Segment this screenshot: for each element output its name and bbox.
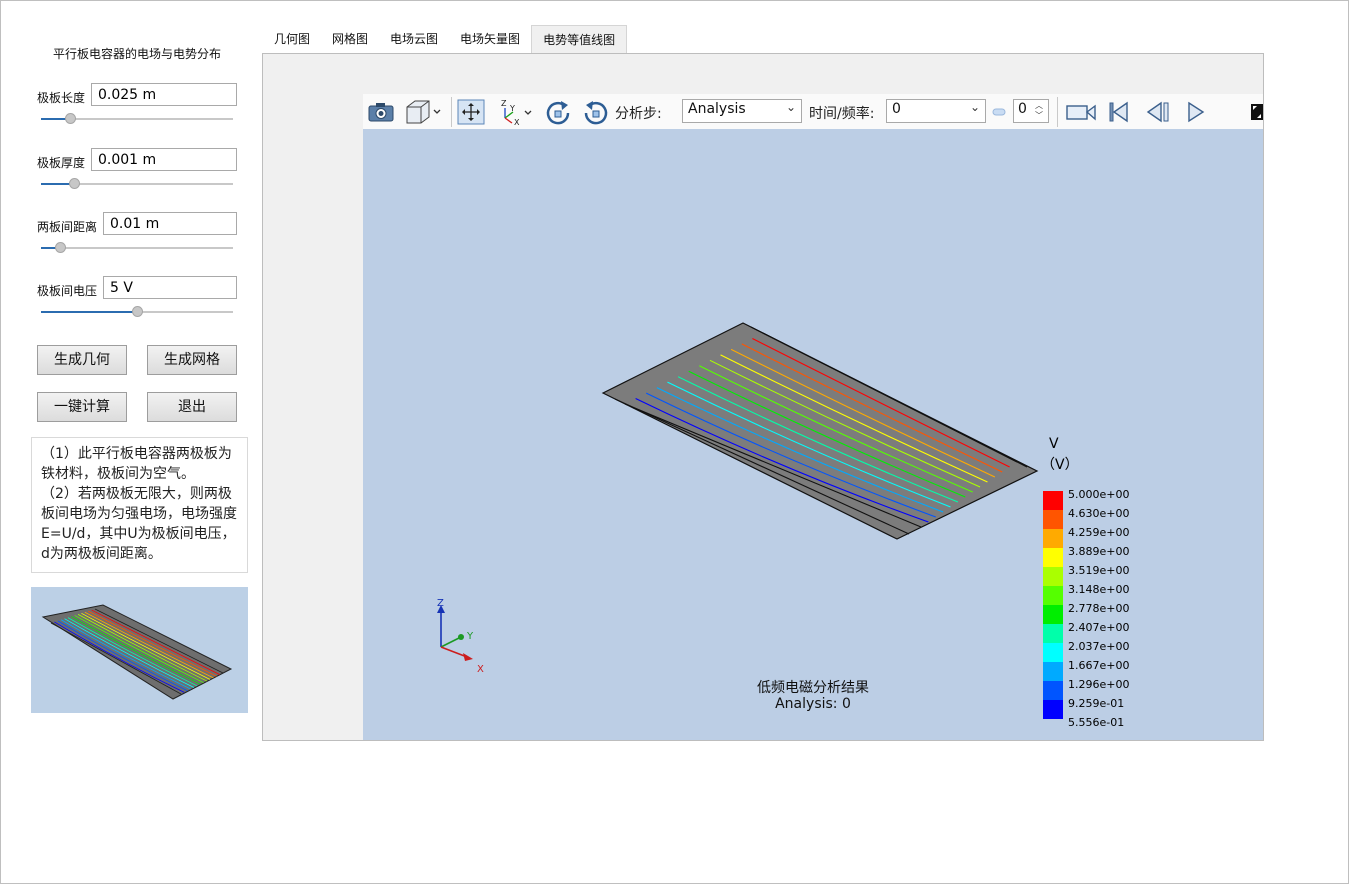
plate-distance-input[interactable] bbox=[103, 212, 237, 235]
compute-button[interactable]: 一键计算 bbox=[37, 392, 127, 422]
first-frame-icon[interactable] bbox=[1107, 94, 1133, 129]
rotate-ccw-icon[interactable] bbox=[581, 94, 613, 129]
result-subtitle: Analysis: 0 bbox=[775, 696, 851, 712]
spin-arrows-icon: ︿ ﹀ bbox=[1035, 101, 1043, 120]
legend-swatch bbox=[1043, 681, 1063, 700]
legend-value: 4.259e+00 bbox=[1068, 526, 1130, 539]
plate-voltage-slider[interactable] bbox=[41, 306, 233, 318]
viewer-toolbar: ZYX 分析步: Analysis ⌄ 时间/频率: 0 ⌄ 0 ︿ ﹀ bbox=[363, 94, 1263, 129]
legend-value: 3.889e+00 bbox=[1068, 545, 1130, 558]
plate-thickness-input[interactable] bbox=[91, 148, 237, 171]
step-label: 分析步: bbox=[615, 106, 662, 122]
legend-value: 4.630e+00 bbox=[1068, 507, 1130, 520]
axis-triad: Z Y X bbox=[437, 598, 484, 675]
time-frequency-select[interactable]: 0 ⌄ bbox=[886, 99, 986, 123]
chevron-down-icon: ⌄ bbox=[785, 100, 796, 114]
plate-length-slider[interactable] bbox=[41, 113, 233, 125]
record-icon[interactable] bbox=[1065, 94, 1099, 129]
legend-value: 3.519e+00 bbox=[1068, 564, 1130, 577]
frame-spinbox-value: 0 bbox=[1018, 101, 1027, 117]
panel-title: 平行板电容器的电场与电势分布 bbox=[52, 47, 221, 61]
axis-z-label: Z bbox=[437, 598, 444, 609]
legend-title: V bbox=[1049, 436, 1059, 452]
plate-distance-slider[interactable] bbox=[41, 242, 233, 254]
legend-value: 1.296e+00 bbox=[1068, 678, 1130, 691]
exit-button[interactable]: 退出 bbox=[147, 392, 237, 422]
app-window: 平行板电容器的电场与电势分布 极板长度 极板厚度 两板间距离 极板间电压 生成几… bbox=[0, 0, 1349, 884]
description-box: （1）此平行板电容器两极板为铁材料，极板间为空气。 （2）若两极板无限大，则两极… bbox=[31, 437, 248, 573]
generate-mesh-button[interactable]: 生成网格 bbox=[147, 345, 237, 375]
legend-swatch bbox=[1043, 624, 1063, 643]
tab-field-vector[interactable]: 电场矢量图 bbox=[449, 25, 531, 54]
description-line-2: （2）若两极板无限大，则两极板间电场为匀强电场，电场强度E=U/d，其中U为极板… bbox=[41, 486, 237, 562]
legend-value: 3.148e+00 bbox=[1068, 583, 1130, 596]
chevron-down-icon: ⌄ bbox=[969, 100, 980, 114]
axes-icon[interactable]: ZYX bbox=[497, 94, 537, 129]
view-tabs: 几何图 网格图 电场云图 电场矢量图 电势等值线图 bbox=[263, 25, 628, 54]
svg-text:Z: Z bbox=[501, 99, 507, 108]
svg-text:X: X bbox=[514, 118, 520, 126]
legend-swatch bbox=[1043, 567, 1063, 586]
legend-swatch bbox=[1043, 700, 1063, 719]
legend-swatch bbox=[1043, 491, 1063, 510]
legend-value: 2.407e+00 bbox=[1068, 621, 1130, 634]
tab-potential-isolines[interactable]: 电势等值线图 bbox=[531, 25, 628, 54]
svg-text:Y: Y bbox=[509, 104, 515, 113]
time-frequency-label: 时间/频率: bbox=[809, 106, 875, 122]
fullscreen-icon[interactable] bbox=[1249, 94, 1263, 129]
step-select[interactable]: Analysis ⌄ bbox=[682, 99, 802, 123]
legend-swatch bbox=[1043, 548, 1063, 567]
tab-mesh[interactable]: 网格图 bbox=[321, 25, 379, 54]
legend-swatch bbox=[1043, 510, 1063, 529]
plate-voltage-label: 极板间电压 bbox=[37, 284, 98, 298]
plate-length-input[interactable] bbox=[91, 83, 237, 106]
tab-field-contour[interactable]: 电场云图 bbox=[379, 25, 449, 54]
axis-x-label: X bbox=[477, 664, 484, 675]
plate-thickness-slider[interactable] bbox=[41, 178, 233, 190]
legend-swatch bbox=[1043, 529, 1063, 548]
legend-value: 2.037e+00 bbox=[1068, 640, 1130, 653]
cube-view-icon[interactable] bbox=[403, 94, 445, 129]
generate-geometry-button[interactable]: 生成几何 bbox=[37, 345, 127, 375]
prev-frame-icon[interactable] bbox=[1145, 94, 1173, 129]
legend-unit: （V） bbox=[1041, 457, 1079, 473]
plate-distance-label: 两板间距离 bbox=[37, 220, 98, 234]
plate-thickness-label: 极板厚度 bbox=[37, 156, 86, 170]
frame-spinbox[interactable]: 0 ︿ ﹀ bbox=[1013, 99, 1049, 123]
legend-swatch bbox=[1043, 605, 1063, 624]
play-icon[interactable] bbox=[1185, 94, 1209, 129]
step-select-value: Analysis bbox=[688, 101, 746, 117]
plate-voltage-input[interactable] bbox=[103, 276, 237, 299]
legend-swatch bbox=[1043, 662, 1063, 681]
axis-y-label: Y bbox=[466, 631, 474, 642]
description-line-1: （1）此平行板电容器两极板为铁材料，极板间为空气。 bbox=[41, 446, 232, 482]
legend-value: 1.667e+00 bbox=[1068, 659, 1130, 672]
result-thumbnail bbox=[31, 587, 248, 713]
rotate-cw-icon[interactable] bbox=[543, 94, 575, 129]
tab-geometry[interactable]: 几何图 bbox=[263, 25, 321, 54]
pan-icon[interactable] bbox=[457, 94, 487, 129]
legend-value: 9.259e-01 bbox=[1068, 697, 1125, 710]
legend-swatch bbox=[1043, 643, 1063, 662]
legend-swatch bbox=[1043, 586, 1063, 605]
camera-icon[interactable] bbox=[367, 94, 397, 129]
time-frequency-value: 0 bbox=[892, 101, 901, 117]
result-title: 低频电磁分析结果 bbox=[757, 680, 869, 696]
slider-handle-icon bbox=[992, 94, 1008, 129]
plate-length-label: 极板长度 bbox=[37, 91, 86, 105]
legend-value: 2.778e+00 bbox=[1068, 602, 1130, 615]
legend-value: 5.556e-01 bbox=[1068, 716, 1125, 729]
legend-value: 5.000e+00 bbox=[1068, 488, 1130, 501]
